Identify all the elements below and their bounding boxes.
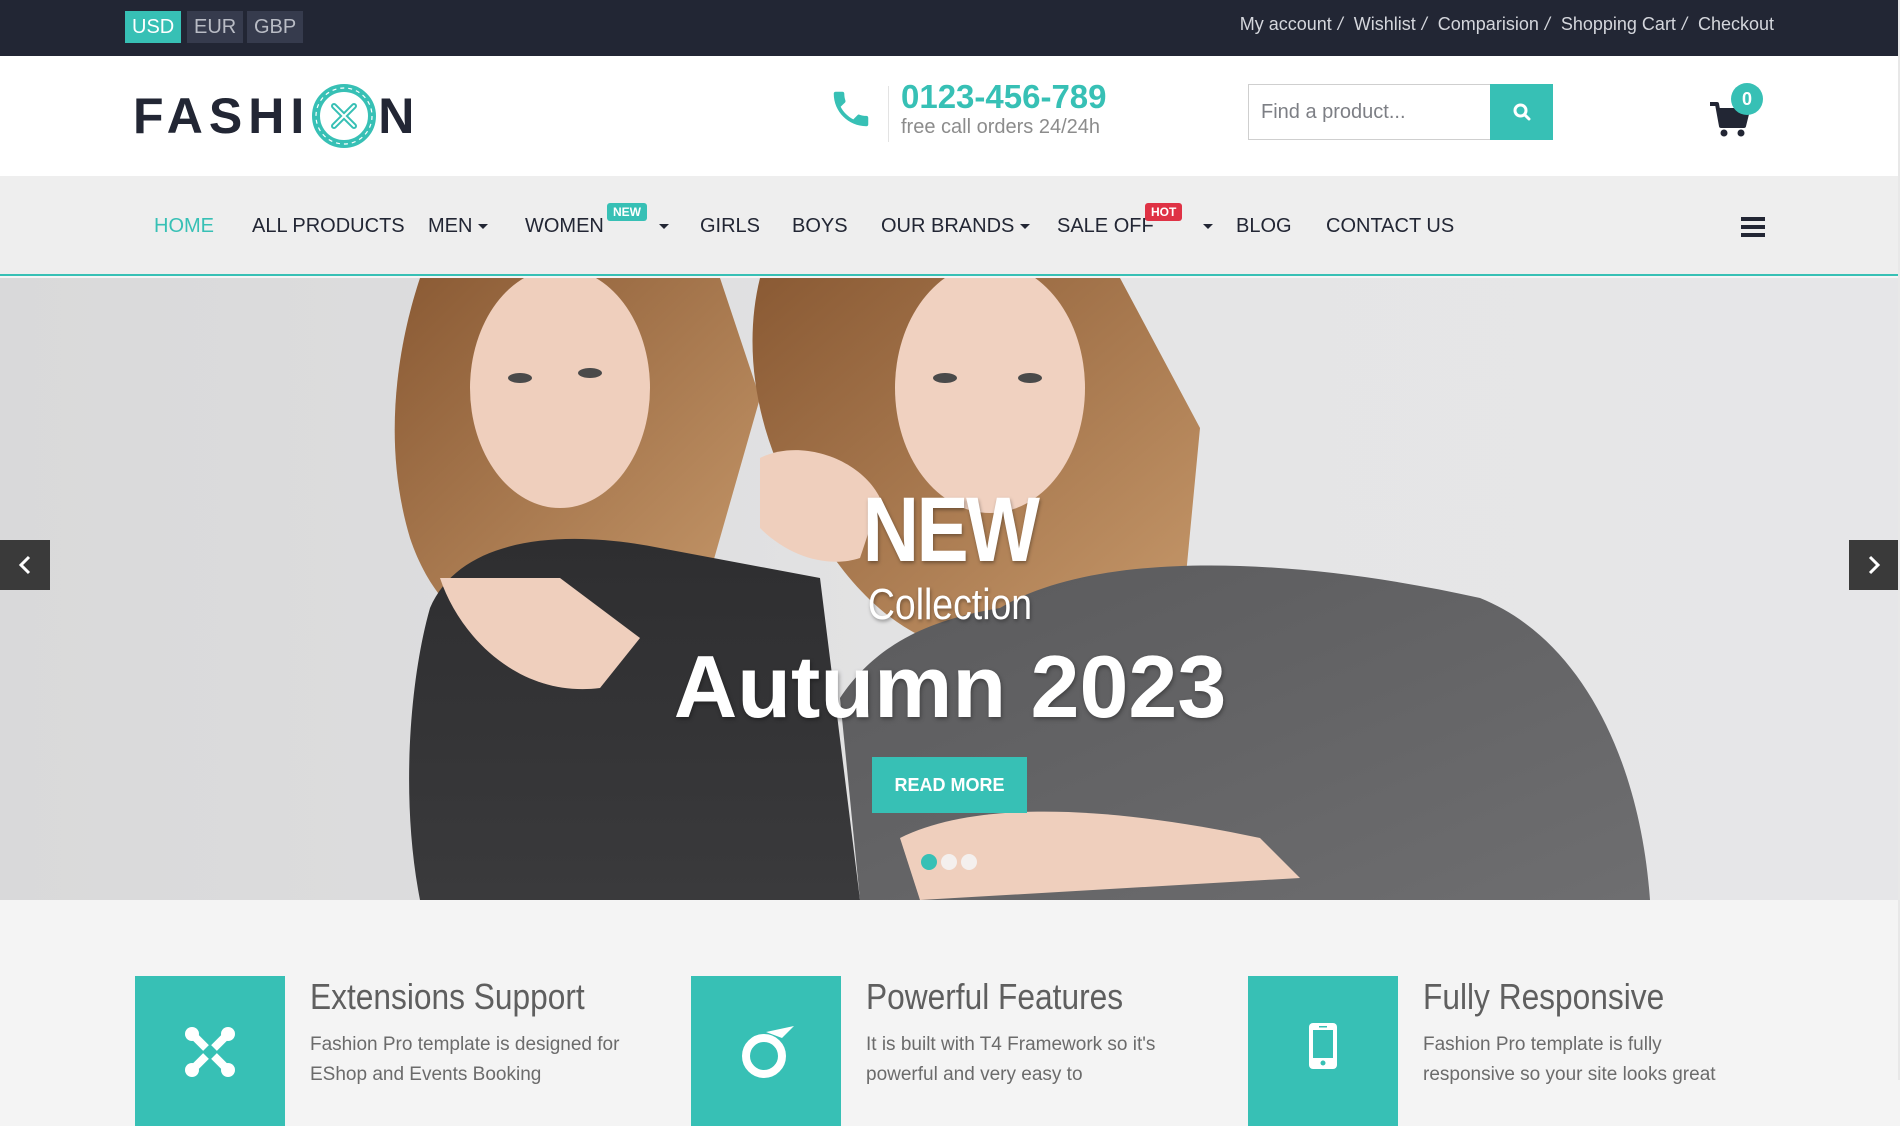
slider-dot-2[interactable] (941, 854, 957, 870)
slider-next-button[interactable] (1849, 540, 1899, 590)
nav-item-men[interactable]: MEN (428, 215, 489, 238)
my-account-link[interactable]: My account (1240, 14, 1332, 35)
new-badge: NEW (607, 203, 647, 221)
phone-number: 0123-456-789 (901, 78, 1107, 115)
nav-label: ALL PRODUCTS (252, 215, 405, 237)
chevron-right-icon (1868, 555, 1881, 575)
currency-gbp-button[interactable]: GBP (247, 11, 304, 43)
hero-headline-season: Autumn 2023 (673, 637, 1227, 736)
wishlist-link[interactable]: Wishlist (1354, 14, 1416, 35)
hamburger-menu-icon[interactable] (1741, 217, 1765, 237)
link-separator: / (1421, 14, 1427, 34)
main-navigation: HOME ALL PRODUCTS MEN WOMEN NEW GIRLS BO… (0, 176, 1900, 276)
slider-dot-3[interactable] (961, 854, 977, 870)
nav-label: OUR BRANDS (881, 215, 1015, 237)
link-separator: / (1337, 14, 1343, 34)
chevron-left-icon (18, 555, 31, 575)
nav-label: BLOG (1236, 215, 1292, 237)
feature-title: Powerful Features (866, 976, 1124, 1017)
slider-pagination (921, 854, 977, 870)
read-more-button[interactable]: READ MORE (872, 757, 1027, 813)
feature-description: Fashion Pro template is designed for ESh… (310, 1034, 620, 1085)
nav-item-contact-us[interactable]: CONTACT US (1326, 215, 1454, 238)
checkout-link[interactable]: Checkout (1698, 14, 1774, 35)
search-input[interactable] (1249, 85, 1490, 139)
feature-title: Fully Responsive (1423, 976, 1665, 1017)
site-logo[interactable]: FASHI N (133, 84, 420, 148)
feature-description: Fashion Pro template is fully responsive… (1423, 1034, 1716, 1085)
search-button[interactable] (1490, 84, 1553, 140)
link-separator: / (1544, 14, 1550, 34)
nav-item-our-brands[interactable]: OUR BRANDS (881, 215, 1031, 238)
phone-subtext: free call orders 24/24h (901, 116, 1101, 138)
shopping-cart-link[interactable]: Shopping Cart (1561, 14, 1676, 35)
comparison-link[interactable]: Comparision (1438, 14, 1539, 35)
feature-icon-box (691, 976, 841, 1126)
nav-label: HOME (154, 215, 214, 237)
nav-item-home[interactable]: HOME (154, 215, 214, 238)
logo-text-right: N (378, 88, 421, 144)
hot-badge: HOT (1145, 203, 1183, 221)
caret-down-icon (1020, 224, 1031, 230)
nav-label: WOMEN (525, 215, 604, 237)
hero-headline-new: NEW (862, 479, 1040, 581)
button-logo-icon (312, 84, 377, 148)
search-icon (1513, 103, 1530, 121)
nav-label: GIRLS (700, 215, 761, 237)
cart-count-badge: 0 (1731, 83, 1763, 115)
joomla-icon (185, 1027, 235, 1077)
slider-prev-button[interactable] (0, 540, 50, 590)
feature-icon-box (135, 976, 285, 1126)
phone-icon (833, 91, 869, 127)
caret-down-icon (1203, 224, 1214, 230)
slider-dot-1[interactable] (921, 854, 937, 870)
nav-item-all-products[interactable]: ALL PRODUCTS (252, 215, 405, 238)
logo-text-left: FASHI (133, 88, 311, 144)
currency-usd-button[interactable]: USD (125, 11, 182, 43)
feature-title: Extensions Support (310, 976, 585, 1017)
site-header: FASHI N 0123-456-789 free call orders 24… (0, 56, 1900, 176)
nav-label: CONTACT US (1326, 215, 1455, 237)
hero-slider: NEW Collection Autumn 2023 READ MORE (0, 278, 1900, 900)
account-links: My account / Wishlist / Comparision / Shopp… (1240, 14, 1774, 35)
feature-icon-box (1248, 976, 1398, 1126)
mobile-phone-icon (1309, 1023, 1337, 1069)
nav-item-blog[interactable]: BLOG (1236, 215, 1292, 238)
feature-description: It is built with T4 Framework so it's po… (866, 1034, 1156, 1085)
phone-divider (888, 86, 889, 142)
caret-down-icon (478, 224, 489, 230)
features-section: Extensions Support Fashion Pro template … (0, 900, 1900, 1126)
nav-item-sale-off[interactable]: SALE OFF HOT (1057, 203, 1214, 238)
t4-framework-icon (742, 1026, 794, 1078)
nav-label: MEN (428, 215, 473, 237)
nav-label: BOYS (792, 215, 848, 237)
search-field (1248, 84, 1490, 140)
link-separator: / (1681, 14, 1687, 34)
caret-down-icon (659, 224, 670, 230)
currency-eur-button[interactable]: EUR (187, 11, 244, 43)
nav-label: SALE OFF (1057, 215, 1154, 237)
nav-item-women[interactable]: WOMEN NEW (525, 203, 670, 238)
top-bar: USD EUR GBP My account / Wishlist / Compar… (0, 0, 1900, 56)
nav-item-girls[interactable]: GIRLS (700, 215, 760, 238)
hero-headline-collection: Collection (867, 580, 1033, 629)
nav-item-boys[interactable]: BOYS (792, 215, 848, 238)
